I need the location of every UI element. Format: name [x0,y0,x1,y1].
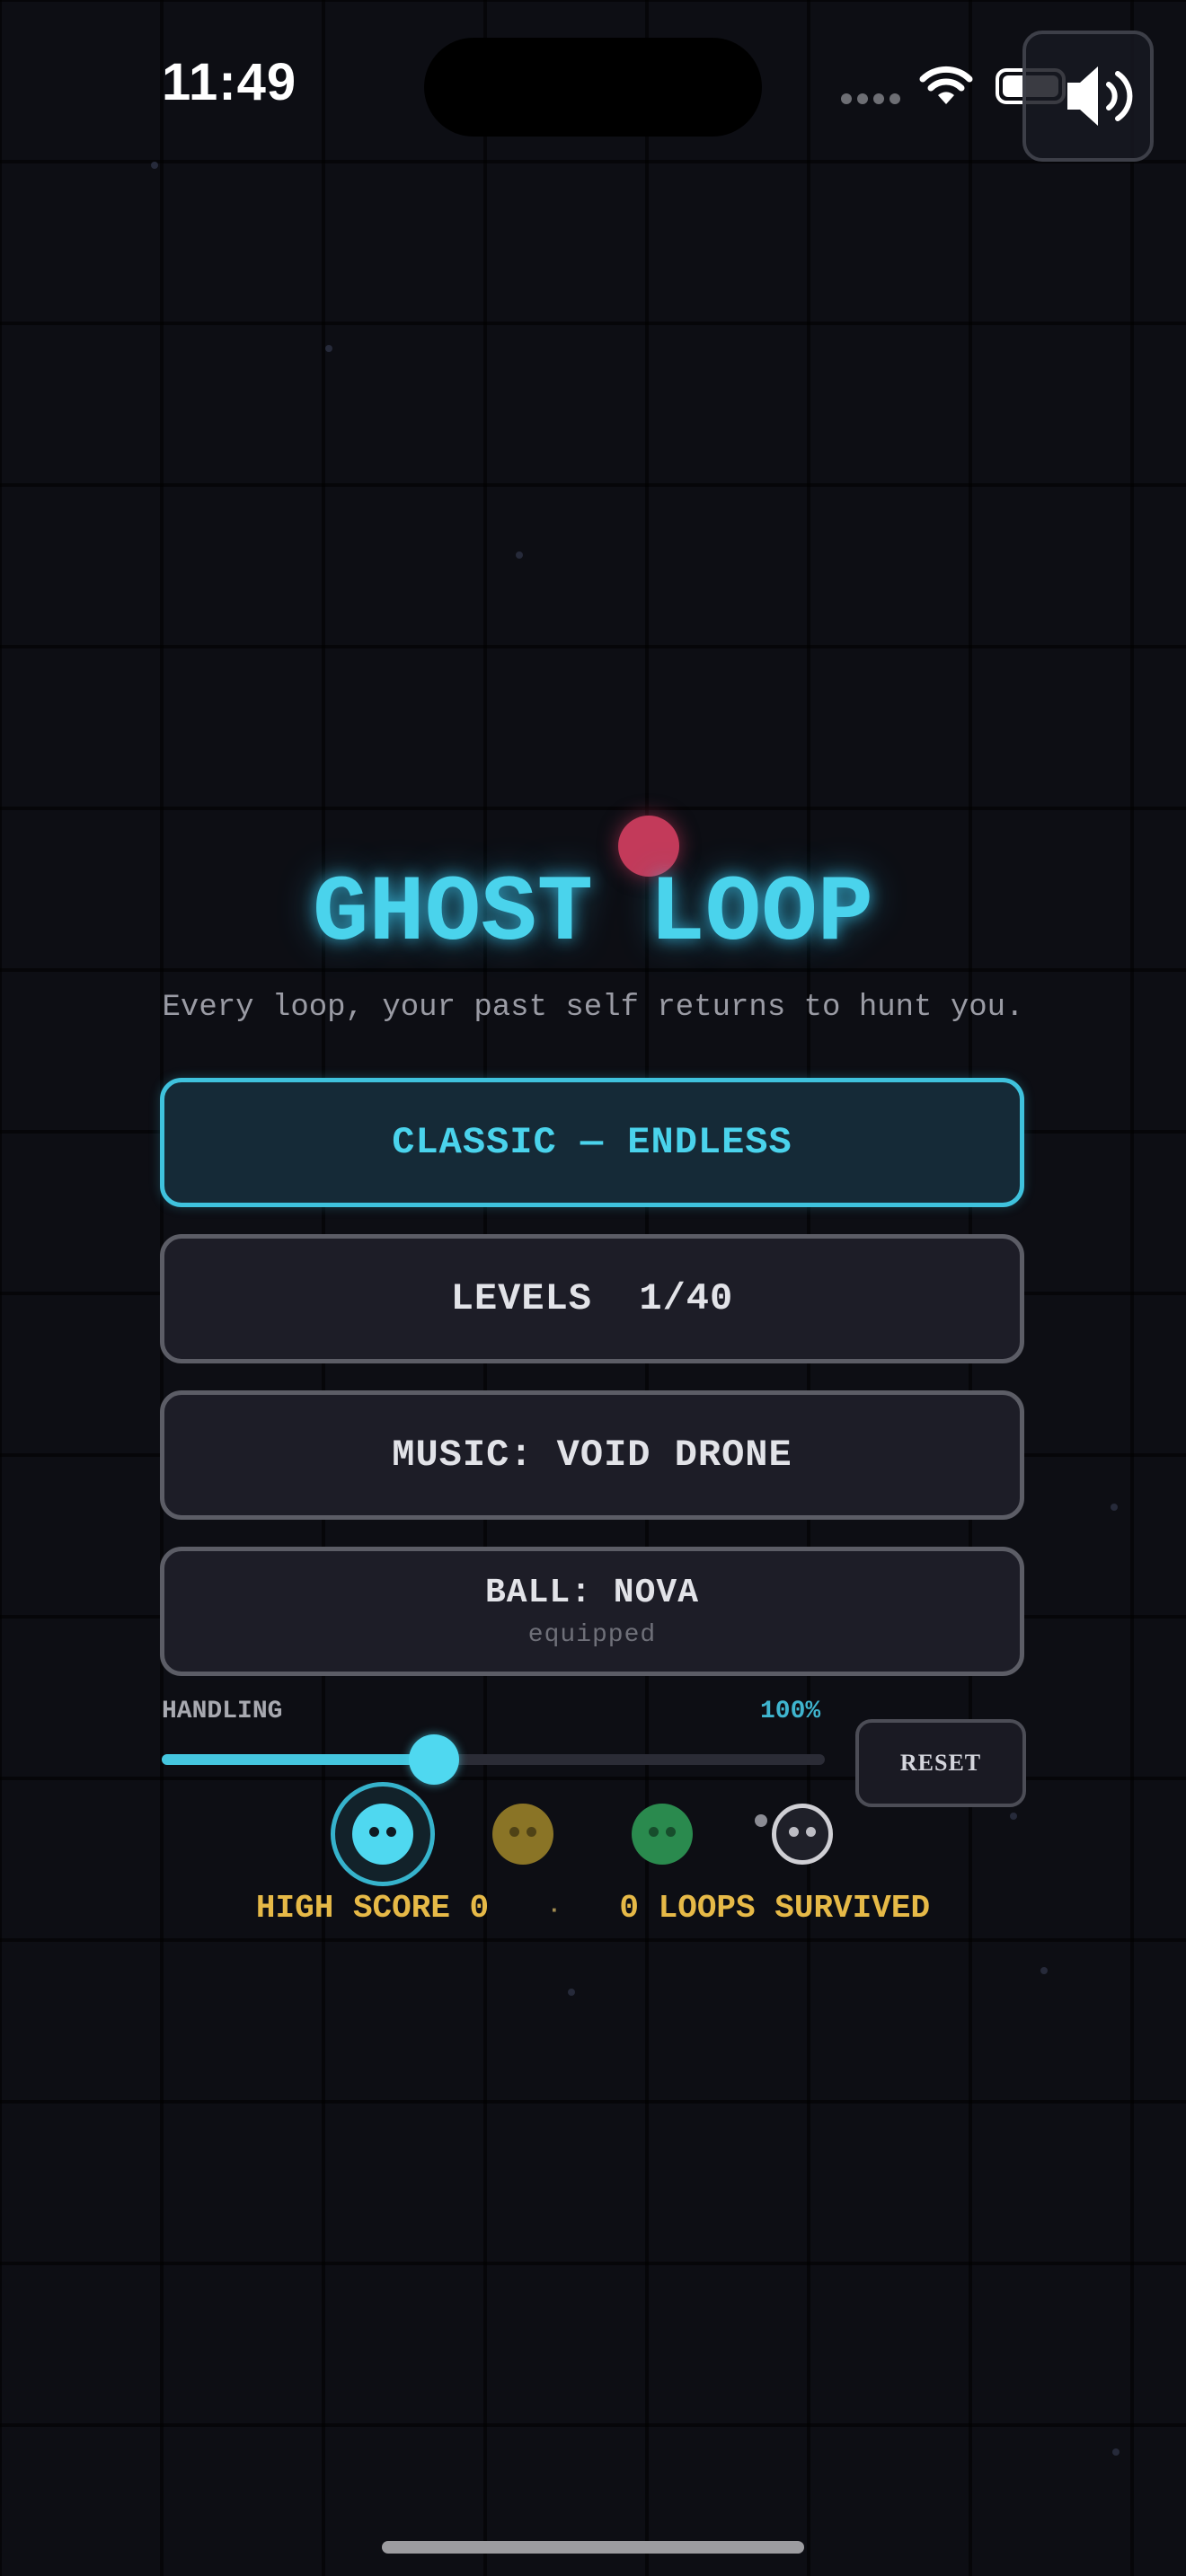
handling-value: 100% [760,1698,821,1725]
ghost-skin-green[interactable] [632,1804,693,1865]
classic-endless-button[interactable]: CLASSIC — ENDLESS [160,1078,1024,1207]
classic-endless-label: CLASSIC — ENDLESS [392,1121,792,1164]
background-particle [1112,2448,1120,2456]
score-line: HIGH SCORE 0 · 0 LOOPS SURVIVED [0,1890,1186,1927]
levels-button[interactable]: LEVELS 1/40 [160,1234,1024,1363]
music-label: MUSIC: VOID DRONE [392,1434,792,1477]
high-score-text: HIGH SCORE 0 [255,1890,490,1927]
background-particle [151,162,158,169]
home-indicator [382,2541,804,2554]
background-particle [1040,1967,1048,1974]
game-subtitle: Every loop, your past self returns to hu… [162,991,1024,1025]
dynamic-island [424,38,762,137]
loops-survived-text: 0 LOOPS SURVIVED [619,1890,931,1927]
speaker-icon [1067,66,1133,126]
ghost-skin-white[interactable] [772,1804,833,1865]
ball-button[interactable]: BALL: NOVA equipped [160,1547,1024,1676]
status-time: 11:49 [162,53,297,111]
handling-label: HANDLING [162,1698,283,1725]
cellular-signal-icon [841,93,902,106]
background-particle [1010,1813,1017,1820]
ghost-trail-dot [755,1814,767,1827]
handling-slider[interactable] [162,1754,825,1765]
ghost-skin-cyan[interactable] [352,1804,413,1865]
game-title: GHOST LOOP [312,861,874,967]
music-button[interactable]: MUSIC: VOID DRONE [160,1390,1024,1520]
handling-slider-fill [162,1754,434,1765]
handling-slider-thumb[interactable] [408,1734,459,1785]
ball-status: equipped [527,1621,657,1649]
background-particle [325,345,332,352]
background-particle [1111,1504,1118,1511]
levels-label: LEVELS 1/40 [450,1277,734,1320]
wifi-icon [919,66,973,104]
reset-button[interactable]: RESET [855,1719,1026,1807]
background-particle [568,1989,575,1996]
sound-toggle-button[interactable] [1022,31,1154,162]
score-separator: · [546,1897,562,1924]
ball-label: BALL: NOVA [484,1574,700,1612]
background-particle [516,551,523,559]
ghost-skin-yellow[interactable] [492,1804,553,1865]
